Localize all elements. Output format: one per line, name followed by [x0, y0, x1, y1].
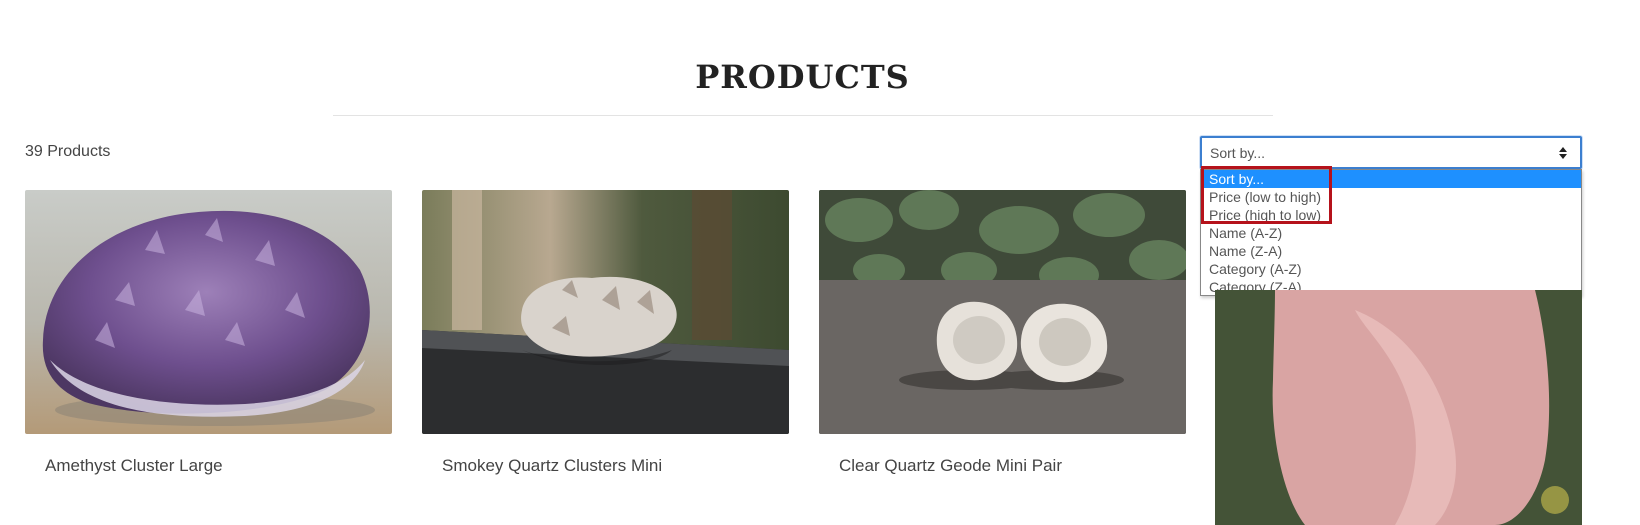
- sort-option-price-low-high[interactable]: Price (low to high): [1201, 188, 1581, 206]
- product-card[interactable]: Smokey Quartz Clusters Mini: [422, 190, 789, 475]
- product-card[interactable]: Amethyst Cluster Large: [25, 190, 392, 475]
- product-photo-amethyst[interactable]: [25, 190, 392, 434]
- sort-option-category-az[interactable]: Category (A-Z): [1201, 260, 1581, 278]
- page-title: PRODUCTS: [695, 58, 910, 96]
- sort-option-price-high-low[interactable]: Price (high to low): [1201, 206, 1581, 224]
- sort-select-value: Sort by...: [1210, 145, 1265, 161]
- sort-select[interactable]: Sort by...: [1200, 136, 1582, 169]
- product-count: 39 Products: [25, 143, 111, 160]
- sort-option-default[interactable]: Sort by...: [1201, 170, 1581, 188]
- title-divider: [333, 115, 1273, 116]
- product-name[interactable]: Clear Quartz Geode Mini Pair: [839, 456, 1062, 476]
- sort-option-name-az[interactable]: Name (A-Z): [1201, 224, 1581, 242]
- product-photo-smokey-quartz[interactable]: [422, 190, 789, 434]
- product-photo-clear-quartz-geode[interactable]: [819, 190, 1186, 434]
- product-name[interactable]: Smokey Quartz Clusters Mini: [442, 456, 662, 476]
- sort-options-list[interactable]: Sort by... Price (low to high) Price (hi…: [1200, 169, 1582, 296]
- sort-option-name-za[interactable]: Name (Z-A): [1201, 242, 1581, 260]
- product-name[interactable]: Amethyst Cluster Large: [45, 456, 223, 476]
- product-card[interactable]: Clear Quartz Geode Mini Pair: [819, 190, 1186, 475]
- select-arrows-icon: [1559, 147, 1567, 159]
- product-photo-rose-quartz[interactable]: [1215, 290, 1582, 525]
